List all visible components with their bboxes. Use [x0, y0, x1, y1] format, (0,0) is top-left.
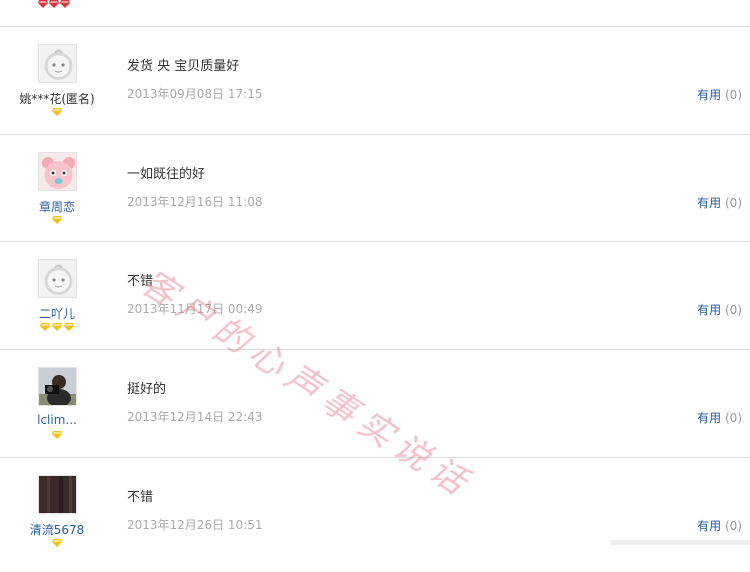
- review-comment: 一如既往的好: [127, 167, 206, 182]
- divider: [0, 349, 750, 350]
- photographer-photo-icon: [39, 368, 76, 405]
- red-gem-icon: [49, 0, 59, 8]
- divider: [0, 457, 750, 458]
- review-row: 二吖儿 不错 2013年11月17日 00:49 有用 (0): [0, 249, 750, 356]
- username[interactable]: 二吖儿: [0, 305, 114, 322]
- useful-label[interactable]: 有用: [697, 88, 721, 102]
- yellow-gem-icon: [52, 216, 62, 224]
- pink-bear-icon: [39, 153, 76, 190]
- review-comment: 不错: [127, 490, 154, 505]
- bottom-shade: [610, 540, 750, 545]
- review-date: 2013年09月08日 17:15: [127, 87, 263, 101]
- useful-count: (0): [725, 303, 742, 317]
- review-comment: 挺好的: [127, 382, 167, 397]
- useful-button[interactable]: 有用 (0): [697, 194, 742, 211]
- useful-label[interactable]: 有用: [697, 303, 721, 317]
- useful-button[interactable]: 有用 (0): [697, 301, 742, 318]
- useful-button[interactable]: 有用 (0): [697, 86, 742, 103]
- yellow-gem-icon: [64, 323, 74, 331]
- review-comment: 不错: [127, 274, 154, 289]
- red-gem-icon: [60, 0, 70, 8]
- review-row: 姚***花(匿名) 发货 央 宝贝质量好 2013年09月08日 17:15 有…: [0, 34, 750, 141]
- username[interactable]: 章周恋: [0, 198, 114, 215]
- useful-label[interactable]: 有用: [697, 411, 721, 425]
- divider: [0, 241, 750, 242]
- review-date: 2013年12月16日 11:08: [127, 195, 263, 209]
- dark-photo-icon: [39, 476, 76, 513]
- yellow-gem-icon: [52, 323, 62, 331]
- review-row: 清流5678 不错 2013年12月26日 10:51 有用 (0): [0, 465, 750, 572]
- default-face-icon: [39, 260, 76, 297]
- review-date: 2013年11月17日 00:49: [127, 302, 263, 316]
- review-date: 2013年12月14日 22:43: [127, 410, 263, 424]
- yellow-gem-icon: [40, 323, 50, 331]
- previous-review-gems: [38, 0, 70, 12]
- useful-button[interactable]: 有用 (0): [697, 517, 742, 534]
- avatar[interactable]: [38, 367, 77, 406]
- rank-gems: [0, 323, 114, 331]
- divider: [0, 134, 750, 135]
- useful-label[interactable]: 有用: [697, 519, 721, 533]
- yellow-gem-icon: [52, 539, 62, 547]
- avatar[interactable]: [38, 44, 77, 83]
- useful-label[interactable]: 有用: [697, 196, 721, 210]
- avatar[interactable]: [38, 259, 77, 298]
- yellow-gem-icon: [52, 431, 62, 439]
- rank-gems: [0, 431, 114, 439]
- rank-gems: [0, 539, 114, 547]
- useful-count: (0): [725, 196, 742, 210]
- review-row: lclim... 挺好的 2013年12月14日 22:43 有用 (0): [0, 357, 750, 464]
- useful-count: (0): [725, 411, 742, 425]
- review-date: 2013年12月26日 10:51: [127, 518, 263, 532]
- avatar[interactable]: [38, 152, 77, 191]
- useful-count: (0): [725, 88, 742, 102]
- useful-count: (0): [725, 519, 742, 533]
- divider: [0, 26, 750, 27]
- yellow-gem-icon: [52, 108, 62, 116]
- useful-button[interactable]: 有用 (0): [697, 409, 742, 426]
- red-gem-icon: [38, 0, 48, 8]
- rank-gems: [0, 216, 114, 224]
- username[interactable]: 清流5678: [0, 521, 114, 538]
- review-row: 章周恋 一如既往的好 2013年12月16日 11:08 有用 (0): [0, 142, 750, 249]
- avatar[interactable]: [38, 475, 77, 514]
- username[interactable]: lclim...: [0, 413, 114, 427]
- default-face-icon: [39, 45, 76, 82]
- review-comment: 发货 央 宝贝质量好: [127, 59, 240, 74]
- username[interactable]: 姚***花(匿名): [0, 90, 114, 107]
- rank-gems: [0, 108, 114, 116]
